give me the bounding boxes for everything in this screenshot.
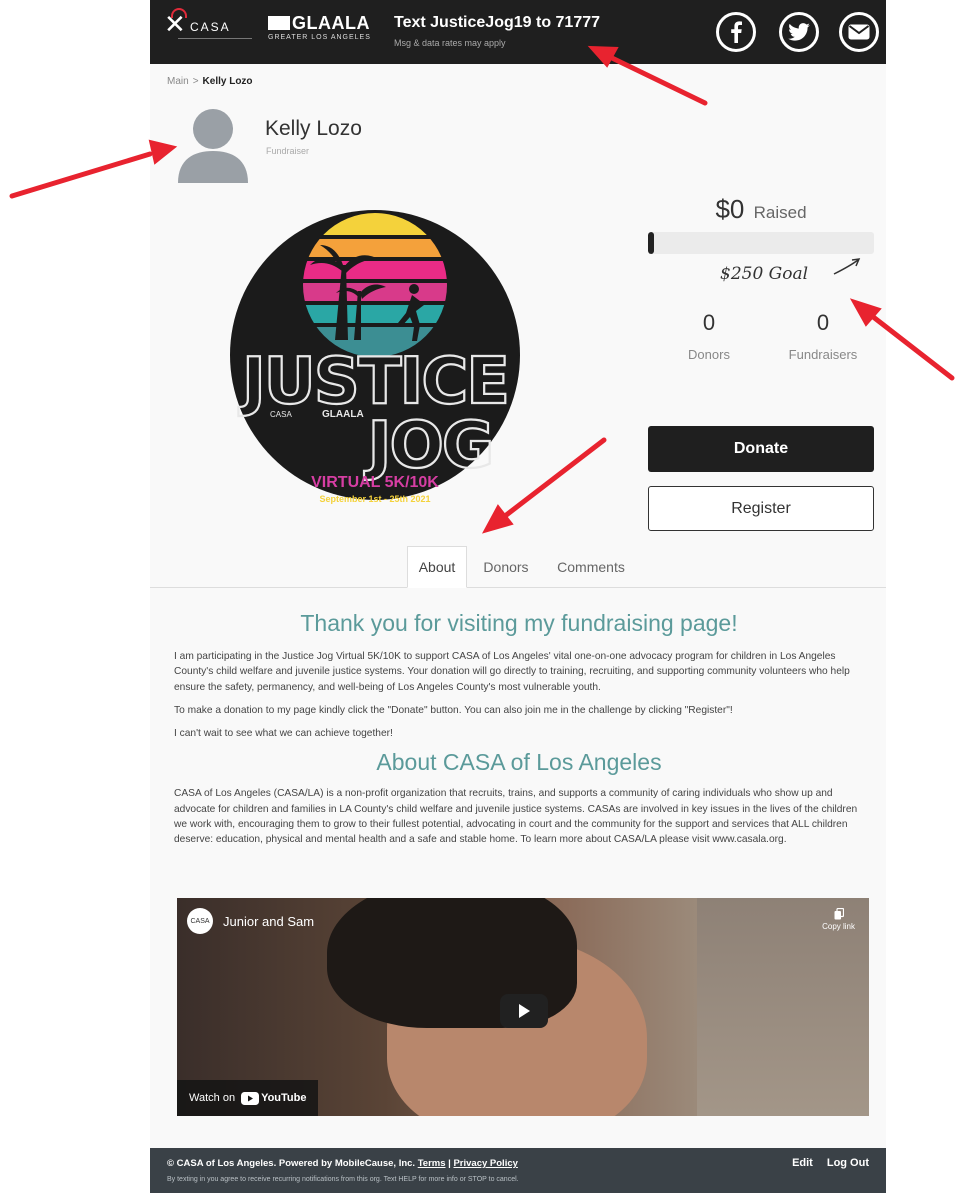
campaign-badge-image: JUSTICE JOG CASA GLAALA VIRTUAL 5K/10K S… xyxy=(230,195,520,515)
about-casa-paragraph: CASA of Los Angeles (CASA/LA) is a non-p… xyxy=(174,788,858,846)
goal-arrow-icon xyxy=(833,258,861,275)
footer-sms-notice: By texting in you agree to receive recur… xyxy=(167,1176,519,1183)
play-icon xyxy=(519,1004,530,1018)
casa-logo-divider xyxy=(178,38,252,48)
twitter-icon[interactable] xyxy=(779,12,819,52)
breadcrumb-current: Kelly Lozo xyxy=(202,76,253,87)
edit-link[interactable]: Edit xyxy=(792,1157,813,1169)
video-embed[interactable]: CASA Junior and Sam Copy link Watch on Y… xyxy=(177,898,869,1116)
progress-fill xyxy=(648,232,654,254)
logout-link[interactable]: Log Out xyxy=(827,1157,869,1169)
raised-label: Raised xyxy=(753,203,807,222)
raised-value: $0 xyxy=(715,194,745,224)
watch-on-youtube-button[interactable]: Watch on YouTube xyxy=(177,1080,319,1116)
donors-count: 0 xyxy=(702,310,716,335)
tab-donors[interactable]: Donors xyxy=(475,546,537,588)
email-icon[interactable] xyxy=(839,12,879,52)
play-button[interactable] xyxy=(500,994,548,1028)
footer: © CASA of Los Angeles. Powered by Mobile… xyxy=(150,1148,886,1193)
about-content: Thank you for visiting my fundraising pa… xyxy=(174,610,864,856)
about-casa-heading: About CASA of Los Angeles xyxy=(376,749,662,776)
breadcrumb: Main > Kelly Lozo xyxy=(167,76,253,87)
text-rates-note: Msg & data rates may apply xyxy=(394,38,506,48)
tab-comments[interactable]: Comments xyxy=(548,546,634,588)
youtube-logo: YouTube xyxy=(241,1091,307,1105)
youtube-icon xyxy=(241,1091,260,1105)
raised-amount: $0 Raised xyxy=(648,194,874,225)
footer-divider: | xyxy=(448,1158,451,1169)
breadcrumb-main-link[interactable]: Main xyxy=(167,76,189,87)
text-to-give-cta: Text JusticeJog19 to 71777 xyxy=(394,14,601,31)
video-title[interactable]: Junior and Sam xyxy=(223,914,314,929)
watch-on-label: Watch on xyxy=(189,1092,236,1104)
glaala-logo-subtitle: GREATER LOS ANGELES xyxy=(268,34,371,41)
badge-jog-text: JOG xyxy=(364,409,493,483)
copy-icon xyxy=(834,907,844,920)
badge-glaala-text: GLAALA xyxy=(322,409,364,420)
breadcrumb-separator: > xyxy=(192,76,199,87)
fundraising-page: ✕ CASA GLAALA GREATER LOS ANGELES Text J… xyxy=(150,0,886,1193)
register-button[interactable]: Register xyxy=(648,486,874,531)
glaala-mark-icon xyxy=(268,16,290,30)
badge-dates-text: September 1st - 25th 2021 xyxy=(319,494,430,504)
goal-amount: $250 Goal xyxy=(720,264,809,284)
fundraisers-count: 0 xyxy=(816,310,830,335)
fundraisers-label: Fundraisers xyxy=(788,347,858,362)
footer-copyright: © CASA of Los Angeles. Powered by Mobile… xyxy=(167,1158,416,1169)
footer-copyright-line: © CASA of Los Angeles. Powered by Mobile… xyxy=(167,1158,518,1169)
privacy-policy-link[interactable]: Privacy Policy xyxy=(453,1158,517,1169)
intro-paragraph: I am participating in the Justice Jog Vi… xyxy=(174,651,850,693)
donate-instructions-paragraph: To make a donation to my page kindly cli… xyxy=(174,704,733,716)
donors-label: Donors xyxy=(688,347,730,362)
youtube-wordmark: YouTube xyxy=(261,1092,307,1104)
tab-about[interactable]: About xyxy=(407,546,467,588)
copy-link-label: Copy link xyxy=(822,922,855,931)
video-channel-logo[interactable]: CASA xyxy=(187,908,213,934)
profile-name: Kelly Lozo xyxy=(265,117,362,140)
progress-bar xyxy=(648,232,874,254)
badge-event-text: VIRTUAL 5K/10K xyxy=(311,474,439,491)
arrow-to-avatar xyxy=(9,151,153,199)
copy-link-button[interactable]: Copy link xyxy=(822,907,855,931)
casa-mark-icon: ✕ xyxy=(164,10,186,40)
badge-casa-text: CASA xyxy=(270,410,292,419)
casa-logo[interactable]: ✕ CASA xyxy=(164,8,256,54)
top-header: ✕ CASA GLAALA GREATER LOS ANGELES Text J… xyxy=(150,0,886,64)
thank-you-heading: Thank you for visiting my fundraising pa… xyxy=(300,610,738,636)
donate-button[interactable]: Donate xyxy=(648,426,874,472)
casa-logo-text: CASA xyxy=(190,20,231,34)
badge-justice-text: JUSTICE xyxy=(238,345,508,419)
terms-link[interactable]: Terms xyxy=(418,1158,446,1169)
profile-role: Fundraiser xyxy=(266,146,310,156)
glaala-logo-text: GLAALA xyxy=(292,13,370,33)
closing-paragraph: I can't wait to see what we can achieve … xyxy=(174,728,393,740)
footer-admin-links: Edit Log Out xyxy=(778,1157,869,1169)
glaala-logo[interactable]: GLAALA GREATER LOS ANGELES xyxy=(268,13,378,50)
avatar xyxy=(174,103,252,183)
facebook-icon[interactable] xyxy=(716,12,756,52)
